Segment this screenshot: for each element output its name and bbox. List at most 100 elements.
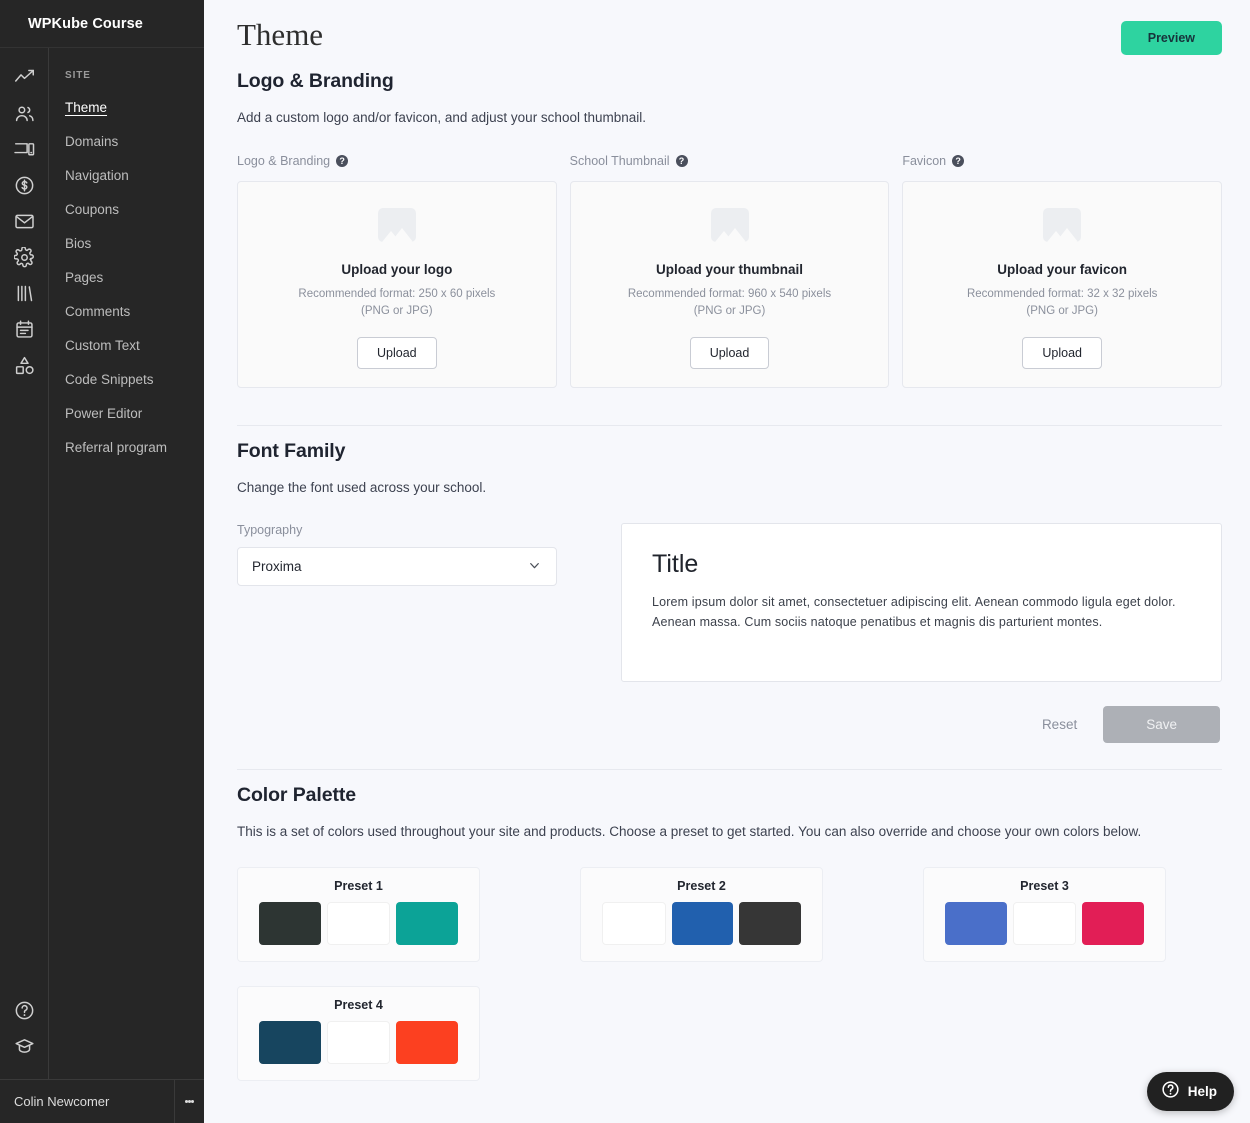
upload-card-thumbnail-title: Upload your thumbnail (656, 262, 803, 277)
preset-1-swatches (259, 902, 459, 945)
sidebar-item-theme[interactable]: Theme (49, 91, 204, 125)
section-divider-2 (237, 769, 1222, 770)
help-tooltip-icon[interactable]: ? (675, 155, 688, 167)
rail-bottom-group (7, 993, 41, 1079)
help-widget-button[interactable]: Help (1146, 1072, 1234, 1111)
image-placeholder-icon (710, 208, 749, 242)
preset-3-swatch-2[interactable] (1012, 902, 1077, 945)
preset-3-swatches (945, 902, 1145, 945)
upload-card-logo-desc-1: Recommended format: 250 x 60 pixels (298, 288, 496, 300)
app-root: WPKube Course SITE Theme Domains Navigat… (0, 0, 1250, 1123)
font-family-row: Typography Proxima Title Lorem ipsum dol… (237, 523, 1222, 682)
image-placeholder-icon (1043, 208, 1082, 242)
preset-3-swatch-1[interactable] (945, 902, 1007, 945)
preset-4-swatches (259, 1021, 459, 1064)
main-content: Theme Preview Logo & Branding Add a cust… (204, 0, 1250, 1123)
upload-card-logo-desc: Recommended format: 250 x 60 pixels (PNG… (298, 286, 495, 320)
font-preview-body: Lorem ipsum dolor sit amet, consectetuer… (652, 595, 1176, 629)
typography-select-value: Proxima (252, 559, 302, 574)
sidebar-item-power-editor[interactable]: Power Editor (49, 397, 204, 431)
sidebar: WPKube Course SITE Theme Domains Navigat… (0, 0, 204, 1123)
sidebar-item-coupons[interactable]: Coupons (49, 193, 204, 227)
sidebar-item-custom-text[interactable]: Custom Text (49, 329, 204, 363)
logo-branding-description: Add a custom logo and/or favicon, and ad… (237, 110, 646, 125)
page-header: Theme Preview (237, 0, 1222, 56)
upload-label-thumbnail-text: School Thumbnail (569, 154, 670, 168)
font-family-actions: Reset Save (237, 706, 1222, 743)
devices-icon[interactable] (7, 132, 41, 166)
preset-3-name: Preset 3 (1020, 879, 1069, 893)
upload-col-logo: Logo & Branding ? Upload your logo Recom… (237, 154, 557, 388)
graduation-cap-icon[interactable] (7, 1029, 41, 1063)
upload-button-favicon[interactable]: Upload (1022, 337, 1102, 369)
upload-card-favicon-title: Upload your favicon (997, 262, 1128, 277)
preset-2-swatches (602, 902, 802, 945)
upload-button-thumbnail[interactable]: Upload (689, 337, 770, 369)
upload-label-logo: Logo & Branding ? (237, 154, 557, 168)
upload-card-favicon-desc-2: (PNG or JPG) (1026, 305, 1098, 317)
sidebar-item-navigation[interactable]: Navigation (49, 159, 204, 193)
preset-4-swatch-2[interactable] (326, 1021, 391, 1064)
help-tooltip-icon[interactable]: ? (952, 155, 965, 167)
font-family-description: Change the font used across your school. (237, 480, 487, 495)
sidebar-item-code-snippets[interactable]: Code Snippets (49, 363, 204, 397)
preset-card-1[interactable]: Preset 1 (237, 867, 480, 962)
envelope-icon[interactable] (7, 204, 41, 238)
help-widget-label: Help (1187, 1084, 1217, 1099)
sidebar-item-bios[interactable]: Bios (49, 227, 204, 261)
upload-label-favicon-text: Favicon (902, 154, 947, 168)
upload-card-favicon[interactable]: Upload your favicon Recommended format: … (902, 181, 1223, 388)
shapes-icon[interactable] (7, 348, 41, 382)
preset-card-3[interactable]: Preset 3 (923, 867, 1166, 962)
upload-card-thumbnail-desc-2: (PNG or JPG) (693, 305, 766, 317)
preset-3-swatch-3[interactable] (1082, 902, 1145, 945)
preset-4-swatch-3[interactable] (396, 1021, 459, 1064)
user-menu-kebab-icon[interactable] (174, 1079, 204, 1123)
preset-2-swatch-3[interactable] (739, 902, 802, 945)
preset-1-swatch-3[interactable] (396, 902, 459, 945)
typography-field-group: Typography Proxima (237, 523, 557, 682)
font-preview-title: Title (652, 550, 699, 578)
gear-icon[interactable] (7, 240, 41, 274)
logo-branding-heading: Logo & Branding (237, 70, 394, 92)
preset-card-4[interactable]: Preset 4 (237, 986, 480, 1081)
nav-panel: SITE Theme Domains Navigation Coupons Bi… (49, 48, 204, 1079)
typography-select[interactable]: Proxima (237, 547, 557, 586)
sidebar-item-comments[interactable]: Comments (49, 295, 204, 329)
upload-card-logo[interactable]: Upload your logo Recommended format: 250… (237, 181, 557, 388)
preset-1-swatch-2[interactable] (326, 902, 391, 945)
save-button[interactable]: Save (1103, 706, 1220, 743)
font-preview-box: Title Lorem ipsum dolor sit amet, consec… (621, 523, 1222, 682)
upload-button-logo[interactable]: Upload (357, 337, 437, 369)
preset-2-name: Preset 2 (677, 879, 726, 893)
library-icon[interactable] (7, 276, 41, 310)
upload-card-thumbnail[interactable]: Upload your thumbnail Recommended format… (569, 181, 890, 388)
icon-rail (0, 48, 49, 1079)
sidebar-item-pages[interactable]: Pages (49, 261, 204, 295)
preset-2-swatch-1[interactable] (602, 902, 666, 945)
calendar-icon[interactable] (7, 312, 41, 346)
upload-card-thumbnail-desc: Recommended format: 960 x 540 pixels (PN… (628, 286, 831, 320)
preset-1-name: Preset 1 (334, 879, 383, 893)
preset-1-swatch-1[interactable] (259, 902, 321, 945)
upload-card-favicon-desc: Recommended format: 32 x 32 pixels (PNG … (967, 286, 1157, 320)
section-divider (237, 425, 1222, 426)
people-icon[interactable] (7, 96, 41, 130)
color-palette-description: This is a set of colors used throughout … (237, 824, 1142, 839)
upload-label-thumbnail: School Thumbnail ? (570, 154, 890, 168)
preset-card-2[interactable]: Preset 2 (580, 867, 823, 962)
analytics-icon[interactable] (7, 60, 41, 94)
preset-4-swatch-1[interactable] (259, 1021, 321, 1064)
brand-title: WPKube Course (0, 0, 204, 48)
reset-button[interactable]: Reset (1042, 717, 1077, 732)
help-circle-icon (1161, 1080, 1180, 1104)
sidebar-item-domains[interactable]: Domains (49, 125, 204, 159)
help-tooltip-icon[interactable]: ? (336, 155, 349, 167)
dollar-circle-icon[interactable] (7, 168, 41, 202)
help-circle-icon[interactable] (7, 993, 41, 1027)
preview-button[interactable]: Preview (1120, 21, 1222, 55)
upload-label-favicon: Favicon ? (902, 154, 1222, 168)
sidebar-item-referral-program[interactable]: Referral program (49, 431, 204, 465)
preset-2-swatch-2[interactable] (671, 902, 734, 945)
typography-label: Typography (237, 523, 303, 537)
